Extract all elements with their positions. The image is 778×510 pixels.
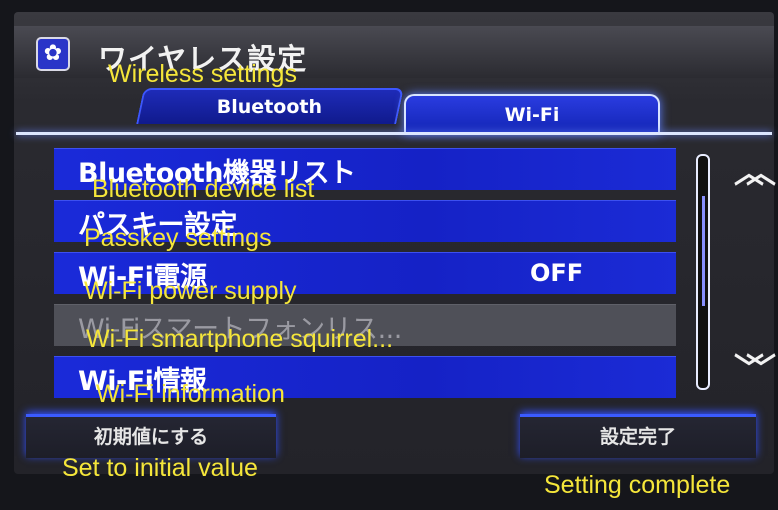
gear-icon: ✿ [36,37,70,71]
double-chevron-up-icon[interactable]: ︿︿ [724,154,776,194]
tab-wifi-label: Wi-Fi [504,104,560,126]
reset-button[interactable]: 初期値にする [26,414,276,458]
annotation-wifi-smartphone: Wi-Fi smartphone squirrel... [86,325,394,353]
tab-divider [16,132,772,135]
annotation-wifi-power: Wi-Fi power supply [84,277,297,305]
tab-wifi[interactable]: Wi-Fi [404,94,660,134]
tab-bluetooth[interactable]: Bluetooth [136,88,404,124]
scrollbar-thumb[interactable] [702,196,705,306]
annotation-bluetooth-devices: Bluetooth device list [92,175,315,203]
annotation-passkey: Passkey settings [84,224,272,252]
tab-bluetooth-label: Bluetooth [217,96,323,118]
scrollbar[interactable] [696,154,710,390]
done-button[interactable]: 設定完了 [520,414,756,458]
annotation-title: Wireless settings [108,60,297,88]
annotation-done: Setting complete [544,471,731,499]
annotation-wifi-info: Wi-Fi information [96,380,285,408]
annotation-reset: Set to initial value [62,454,258,482]
double-chevron-down-icon[interactable]: ﹀﹀ [724,350,776,390]
wifi-power-value: OFF [530,259,584,287]
